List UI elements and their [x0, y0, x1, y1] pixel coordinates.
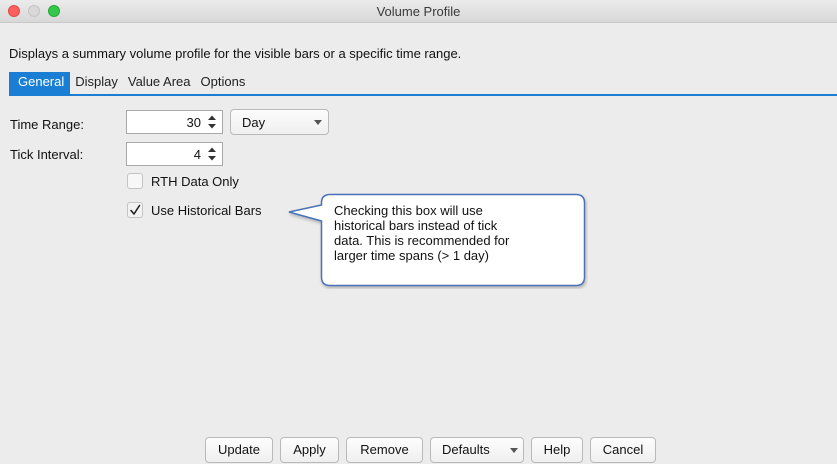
update-button[interactable]: Update: [205, 437, 273, 463]
defaults-dropdown-button[interactable]: Defaults: [430, 437, 524, 463]
time-range-unit-value: Day: [242, 115, 266, 130]
tab-display[interactable]: Display: [70, 72, 123, 94]
tab-value-area[interactable]: Value Area: [123, 72, 196, 94]
volume-profile-window: Volume Profile Displays a summary volume…: [0, 0, 837, 464]
tick-interval-value: 4: [193, 147, 201, 162]
use-historical-bars-checkbox[interactable]: [127, 202, 143, 218]
tab-underline: [9, 94, 837, 96]
callout-line: historical bars instead of tick: [334, 218, 498, 233]
tab-general[interactable]: General: [9, 72, 71, 94]
rth-data-only-label: RTH Data Only: [151, 174, 239, 189]
time-range-spinner[interactable]: 30: [126, 110, 223, 134]
use-historical-bars-label: Use Historical Bars: [151, 203, 262, 218]
chevron-down-icon: [314, 120, 322, 125]
chevron-down-icon: [510, 448, 518, 453]
remove-button[interactable]: Remove: [346, 437, 423, 463]
defaults-button-label: Defaults: [442, 442, 490, 457]
tick-interval-spinner[interactable]: 4: [126, 142, 223, 166]
help-button[interactable]: Help: [531, 437, 583, 463]
tab-options[interactable]: Options: [196, 72, 251, 94]
rth-data-only-checkbox[interactable]: [127, 173, 143, 189]
tick-interval-label: Tick Interval:: [10, 147, 84, 162]
tab-bar: General Display Value Area Options: [9, 72, 250, 94]
time-range-value: 30: [186, 115, 201, 130]
title-bar[interactable]: Volume Profile: [0, 0, 837, 23]
callout-line: data. This is recommended for: [334, 233, 510, 248]
callout-line: larger time spans (> 1 day): [334, 248, 489, 263]
window-title: Volume Profile: [376, 4, 461, 19]
time-range-label: Time Range:: [10, 117, 84, 132]
time-range-unit-dropdown[interactable]: Day: [230, 109, 329, 135]
callout-line: Checking this box will use: [334, 203, 483, 218]
checkmark-icon: [130, 204, 141, 215]
cancel-button[interactable]: Cancel: [590, 437, 656, 463]
dialog-description: Displays a summary volume profile for th…: [9, 46, 462, 61]
stepper-arrows-icon[interactable]: [207, 114, 217, 130]
help-callout-text: Checking this box will use historical ba…: [334, 203, 574, 263]
stepper-arrows-icon[interactable]: [207, 146, 217, 162]
apply-button[interactable]: Apply: [280, 437, 339, 463]
